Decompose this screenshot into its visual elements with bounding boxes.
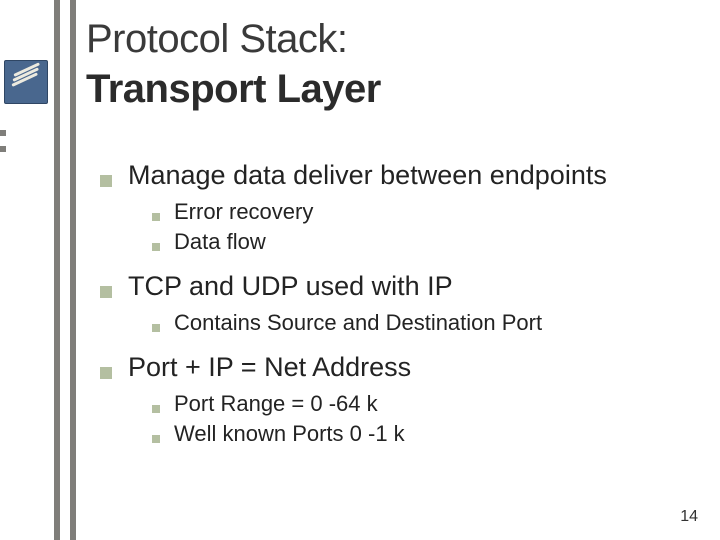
list-item: Contains Source and Destination Port	[152, 310, 700, 336]
list-item: Well known Ports 0 -1 k	[152, 421, 700, 447]
bullet-icon	[152, 243, 160, 251]
bullet-text: Error recovery	[174, 199, 313, 225]
slide-body: Manage data deliver between endpoints Er…	[100, 160, 700, 463]
list-item: TCP and UDP used with IP Contains Source…	[100, 271, 700, 336]
bullet-text: Data flow	[174, 229, 266, 255]
list-item: Error recovery	[152, 199, 700, 225]
horizontal-rule-2	[0, 146, 6, 152]
title-line-2: Transport Layer	[86, 64, 381, 114]
vertical-rule-1	[54, 0, 60, 540]
bullet-text: Contains Source and Destination Port	[174, 310, 542, 336]
bullet-text: Port + IP = Net Address	[128, 352, 411, 383]
bullet-icon	[152, 405, 160, 413]
bullet-icon	[100, 286, 112, 298]
list-item: Manage data deliver between endpoints Er…	[100, 160, 700, 255]
bullet-icon	[152, 213, 160, 221]
slide-title: Protocol Stack: Transport Layer	[86, 14, 381, 114]
logo-icon	[4, 60, 48, 104]
bullet-icon	[100, 367, 112, 379]
horizontal-rule-1	[0, 130, 6, 136]
page-number: 14	[680, 508, 698, 526]
list-item: Port Range = 0 -64 k	[152, 391, 700, 417]
list-item: Port + IP = Net Address Port Range = 0 -…	[100, 352, 700, 447]
bullet-icon	[100, 175, 112, 187]
bullet-icon	[152, 324, 160, 332]
title-line-1: Protocol Stack:	[86, 14, 381, 64]
slide: Protocol Stack: Transport Layer Manage d…	[0, 0, 720, 540]
list-item: Data flow	[152, 229, 700, 255]
bullet-text: Well known Ports 0 -1 k	[174, 421, 405, 447]
vertical-rule-2	[70, 0, 76, 540]
bullet-text: Manage data deliver between endpoints	[128, 160, 607, 191]
bullet-text: TCP and UDP used with IP	[128, 271, 453, 302]
bullet-icon	[152, 435, 160, 443]
bullet-text: Port Range = 0 -64 k	[174, 391, 378, 417]
